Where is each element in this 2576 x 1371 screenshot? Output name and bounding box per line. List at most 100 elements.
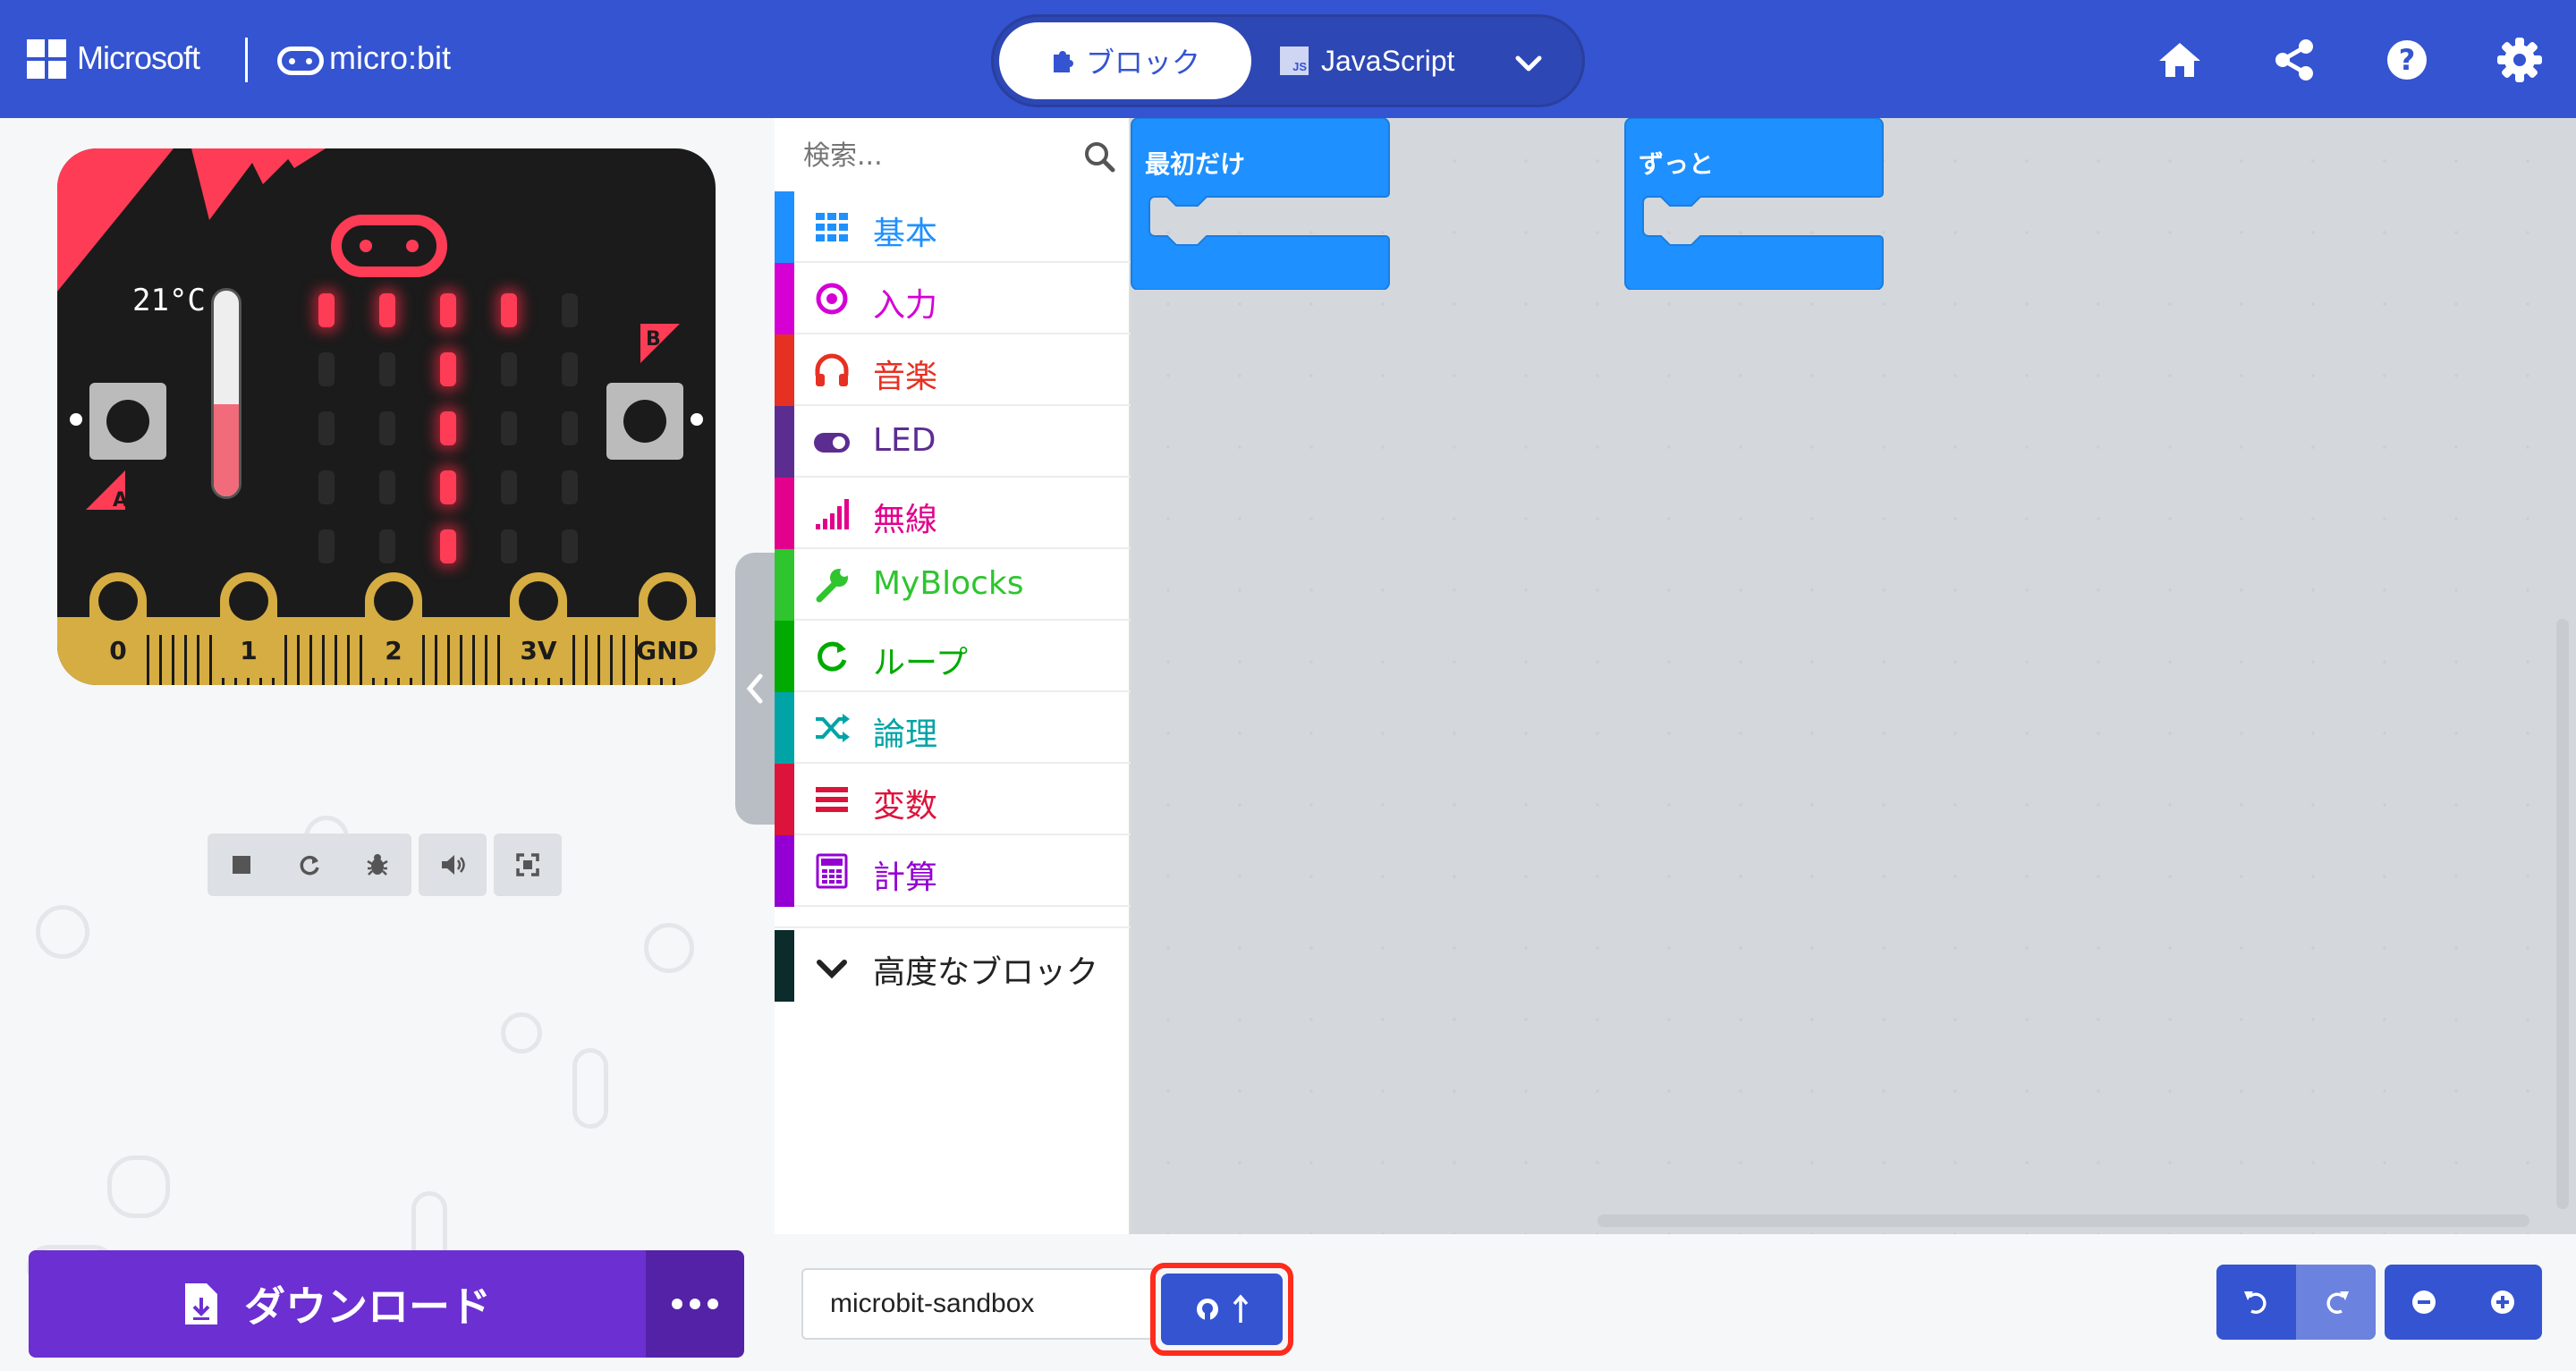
category-label: MyBlocks: [873, 565, 1024, 602]
advanced-blocks[interactable]: 高度なブロック: [775, 927, 1131, 1002]
led-0-2: [440, 293, 456, 327]
download-button[interactable]: ダウンロード: [29, 1250, 646, 1358]
category-target[interactable]: 入力: [775, 263, 1131, 334]
category-label: 変数: [873, 788, 938, 825]
side-dot: [691, 413, 703, 426]
microbit-brand[interactable]: micro:bit: [329, 39, 451, 77]
search-icon[interactable]: [1082, 140, 1116, 173]
led-0-0: [318, 293, 335, 327]
download-file-icon: [185, 1283, 217, 1324]
led-4-4: [562, 529, 578, 563]
category-toggle[interactable]: LED: [775, 406, 1131, 478]
category-color-bar: [775, 406, 794, 478]
category-label: 基本: [873, 216, 938, 252]
undo-button[interactable]: [2216, 1265, 2296, 1340]
blocks-workspace[interactable]: 最初だけ ずっと: [1131, 118, 2576, 1234]
category-label: 無線: [873, 502, 938, 538]
fullscreen-icon: [516, 853, 539, 876]
debug-button[interactable]: [343, 834, 411, 896]
category-calculator[interactable]: 計算: [775, 835, 1131, 907]
led-0-4: [562, 293, 578, 327]
chevron-down-icon[interactable]: [1504, 38, 1554, 89]
collapse-simulator-tab[interactable]: [735, 553, 775, 825]
category-shuffle[interactable]: 論理: [775, 692, 1131, 764]
zoom-in-button[interactable]: [2463, 1265, 2542, 1340]
headphones-icon: [815, 353, 849, 386]
temperature-slider[interactable]: [211, 288, 242, 499]
category-color-bar: [775, 930, 794, 1002]
category-signal[interactable]: 無線: [775, 478, 1131, 549]
category-color-bar: [775, 621, 794, 692]
restart-button[interactable]: [275, 834, 343, 896]
microbit-logo-icon[interactable]: [277, 47, 324, 75]
led-0-3: [501, 293, 517, 327]
side-dot: [70, 413, 82, 426]
background-decoration: [644, 923, 694, 973]
edge-stripe: [460, 635, 462, 685]
settings-icon[interactable]: [2494, 34, 2546, 86]
brand-divider: [245, 38, 248, 82]
button-a[interactable]: [89, 383, 166, 460]
microsoft-brand[interactable]: Microsoft: [77, 39, 200, 77]
category-color-bar: [775, 549, 794, 621]
fullscreen-control: [494, 834, 562, 896]
chevron-left-icon: [746, 673, 763, 704]
download-more-button[interactable]: [646, 1250, 744, 1358]
category-list[interactable]: 変数: [775, 764, 1131, 835]
pin-hole: [98, 581, 138, 621]
category-label: ループ: [873, 645, 968, 681]
button-b[interactable]: [606, 383, 683, 460]
zoom-in-icon: [2491, 1291, 2514, 1314]
stop-button[interactable]: [208, 834, 275, 896]
project-name-input[interactable]: [801, 1268, 1154, 1340]
search-input[interactable]: [803, 136, 1072, 175]
microsoft-logo-icon[interactable]: [27, 39, 66, 79]
pin-label: GND: [636, 636, 699, 665]
github-commit-button[interactable]: [1150, 1263, 1293, 1356]
fullscreen-button[interactable]: [494, 834, 562, 896]
home-icon[interactable]: [2154, 34, 2206, 86]
edge-stripe: [610, 635, 613, 685]
tab-javascript[interactable]: JS JavaScript: [1280, 22, 1486, 99]
button-a-letter: A: [113, 489, 128, 512]
github-commit-button-inner: [1161, 1274, 1283, 1345]
tab-blocks[interactable]: ブロック: [999, 22, 1251, 99]
more-dot-icon: [708, 1299, 718, 1309]
horizontal-scrollbar[interactable]: [1597, 1214, 2529, 1227]
category-grid[interactable]: 基本: [775, 191, 1131, 263]
led-1-1: [379, 352, 395, 386]
pin-label: 0: [109, 636, 127, 665]
help-icon[interactable]: ?: [2381, 34, 2433, 86]
simulator-controls: [208, 834, 411, 896]
led-2-0: [318, 411, 335, 445]
on-start-block[interactable]: 最初だけ: [1131, 118, 1390, 293]
led-1-4: [562, 352, 578, 386]
mute-button[interactable]: [419, 834, 487, 896]
vertical-scrollbar[interactable]: [2556, 619, 2569, 1209]
touch-logo[interactable]: [331, 215, 447, 277]
forever-block-shape: [1624, 118, 1884, 291]
share-icon[interactable]: [2268, 34, 2320, 86]
edge-stripe: [435, 635, 437, 685]
category-headphones[interactable]: 音楽: [775, 334, 1131, 406]
pin-label: 2: [385, 636, 402, 665]
zoom-out-button[interactable]: [2385, 1265, 2463, 1340]
pin-hole: [374, 581, 413, 621]
led-1-2: [440, 352, 456, 386]
led-3-0: [318, 470, 335, 504]
sound-icon: [442, 855, 465, 875]
category-color-bar: [775, 478, 794, 549]
category-label: LED: [873, 422, 936, 459]
restart-icon: [300, 855, 319, 876]
pin-hole: [229, 581, 268, 621]
led-1-0: [318, 352, 335, 386]
edge-stripe: [297, 635, 300, 685]
category-wrench[interactable]: MyBlocks: [775, 549, 1131, 621]
forever-block[interactable]: ずっと: [1624, 118, 1884, 293]
edge-stripe: [335, 635, 337, 685]
led-3-3: [501, 470, 517, 504]
category-loop[interactable]: ループ: [775, 621, 1131, 692]
pin-hole: [648, 581, 687, 621]
editor-footer: [775, 1234, 2576, 1371]
redo-button[interactable]: [2296, 1265, 2376, 1340]
